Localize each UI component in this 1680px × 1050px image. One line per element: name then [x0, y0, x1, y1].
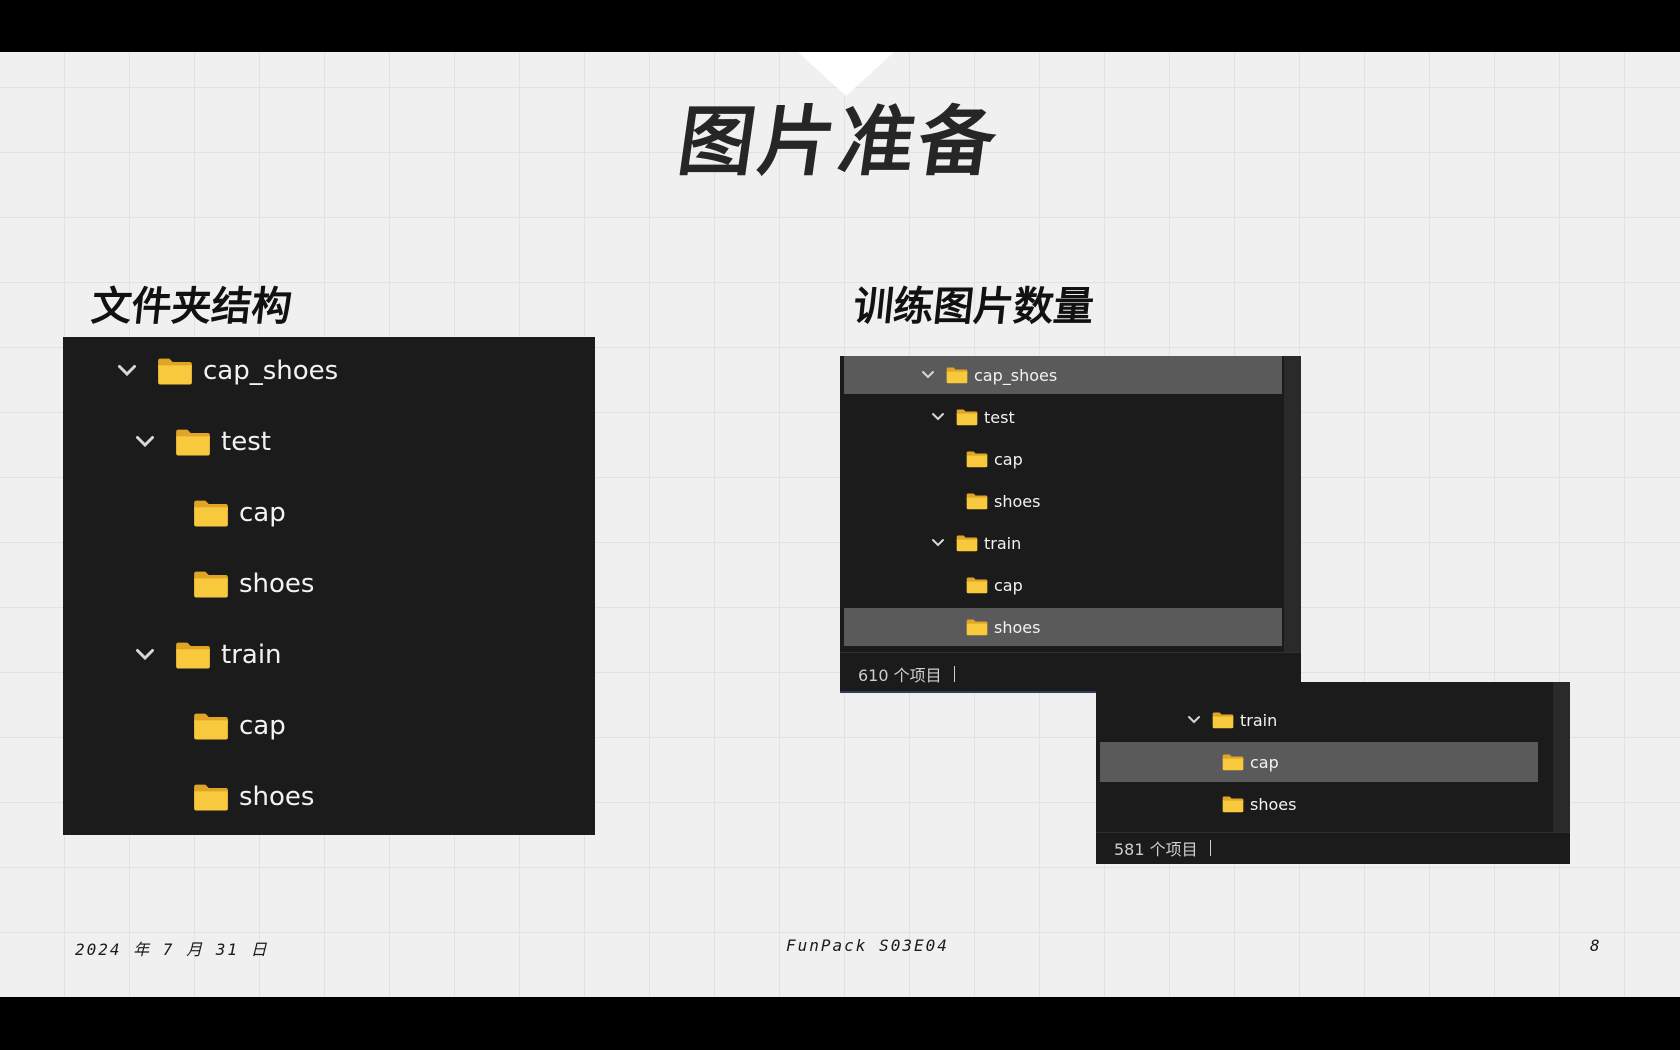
folder-name: shoes: [1250, 794, 1297, 814]
chevron-down-icon[interactable]: [930, 535, 946, 551]
folder-name: cap: [994, 575, 1023, 595]
chevron-down-icon[interactable]: [930, 409, 946, 425]
folder-name: cap_shoes: [974, 365, 1058, 385]
folder-name: cap: [994, 449, 1023, 469]
folder-name: test: [221, 427, 271, 457]
folder-name: shoes: [239, 569, 315, 599]
tree-row-shoes[interactable]: shoes: [844, 482, 1282, 520]
folder-name: cap: [239, 498, 286, 528]
folder-icon: [1212, 711, 1234, 729]
folder-name: shoes: [239, 782, 315, 812]
folder-icon: [193, 569, 229, 599]
slide-title: 图片准备: [672, 97, 1006, 186]
tree-row-shoes[interactable]: shoes: [63, 560, 595, 608]
footer-event: FunPack S03E04: [786, 936, 949, 955]
tree-row-cap[interactable]: cap: [63, 489, 595, 537]
chevron-down-icon[interactable]: [115, 359, 139, 383]
right-section-label: 训练图片数量: [851, 284, 1096, 330]
folder-name: train: [1240, 710, 1278, 730]
tree-row-train[interactable]: train: [844, 524, 1282, 562]
text-caret: [1209, 840, 1211, 856]
folder-icon: [956, 408, 978, 426]
tree-row-test[interactable]: test: [63, 418, 595, 466]
folder-icon: [966, 492, 988, 510]
folder-icon: [1222, 753, 1244, 771]
folder-name: train: [984, 533, 1022, 553]
tree-row-cap-shoes[interactable]: cap_shoes: [844, 356, 1282, 394]
folder-icon: [193, 782, 229, 812]
item-count-text: 610 个项目: [858, 666, 942, 685]
chevron-down-icon[interactable]: [133, 430, 157, 454]
item-count-text: 581 个项目: [1114, 840, 1198, 859]
tree-row-shoes[interactable]: shoes: [844, 608, 1282, 646]
slide: 图片准备 文件夹结构 训练图片数量 cap_shoestest cap shoes t…: [0, 52, 1680, 997]
folder-icon: [946, 366, 968, 384]
folder-icon: [966, 450, 988, 468]
folder-name: cap: [1250, 752, 1279, 772]
left-section-label: 文件夹结构: [89, 284, 294, 330]
folder-icon: [175, 640, 211, 670]
tree-row-cap[interactable]: cap: [1100, 742, 1538, 782]
folder-icon: [193, 498, 229, 528]
explorer-1-status: 610 个项目: [858, 662, 955, 686]
folder-name: cap_shoes: [203, 356, 339, 386]
folder-name: train: [221, 640, 282, 670]
chevron-down-icon[interactable]: [920, 367, 936, 383]
folder-icon: [175, 427, 211, 457]
folder-name: shoes: [994, 617, 1041, 637]
explorer-1-scrollbar[interactable]: [1284, 356, 1301, 652]
folder-name: cap: [239, 711, 286, 741]
folder-structure-panel: cap_shoestest cap shoes train cap shoes: [63, 337, 595, 835]
tree-row-cap[interactable]: cap: [844, 566, 1282, 604]
tree-row-shoes[interactable]: shoes: [1100, 784, 1538, 824]
text-caret: [953, 666, 955, 682]
folder-name: test: [984, 407, 1015, 427]
chevron-down-icon[interactable]: [133, 643, 157, 667]
tree-row-cap[interactable]: cap: [63, 702, 595, 750]
folder-icon: [157, 356, 193, 386]
status-divider: [840, 652, 1301, 653]
explorer-pane-1: 610 个项目 cap_shoestest cap shoes train cap sho…: [840, 356, 1301, 693]
status-divider: [1096, 832, 1570, 833]
footer-date: 2024 年 7 月 31 日: [75, 940, 269, 959]
tree-row-cap-shoes[interactable]: cap_shoes: [63, 347, 595, 395]
tree-row-train[interactable]: train: [1100, 700, 1538, 740]
folder-icon: [193, 711, 229, 741]
tree-row-cap[interactable]: cap: [844, 440, 1282, 478]
footer-page-number: 8: [1590, 936, 1602, 955]
explorer-2-scrollbar[interactable]: [1553, 682, 1570, 832]
chevron-down-icon[interactable]: [1186, 712, 1202, 728]
folder-name: shoes: [994, 491, 1041, 511]
folder-icon: [956, 534, 978, 552]
tree-row-test[interactable]: test: [844, 398, 1282, 436]
tree-row-train[interactable]: train: [63, 631, 595, 679]
folder-icon: [966, 576, 988, 594]
explorer-pane-2: 581 个项目 train cap shoes: [1096, 682, 1570, 864]
tree-row-shoes[interactable]: shoes: [63, 773, 595, 821]
folder-icon: [966, 618, 988, 636]
explorer-2-status: 581 个项目: [1114, 836, 1211, 860]
folder-icon: [1222, 795, 1244, 813]
